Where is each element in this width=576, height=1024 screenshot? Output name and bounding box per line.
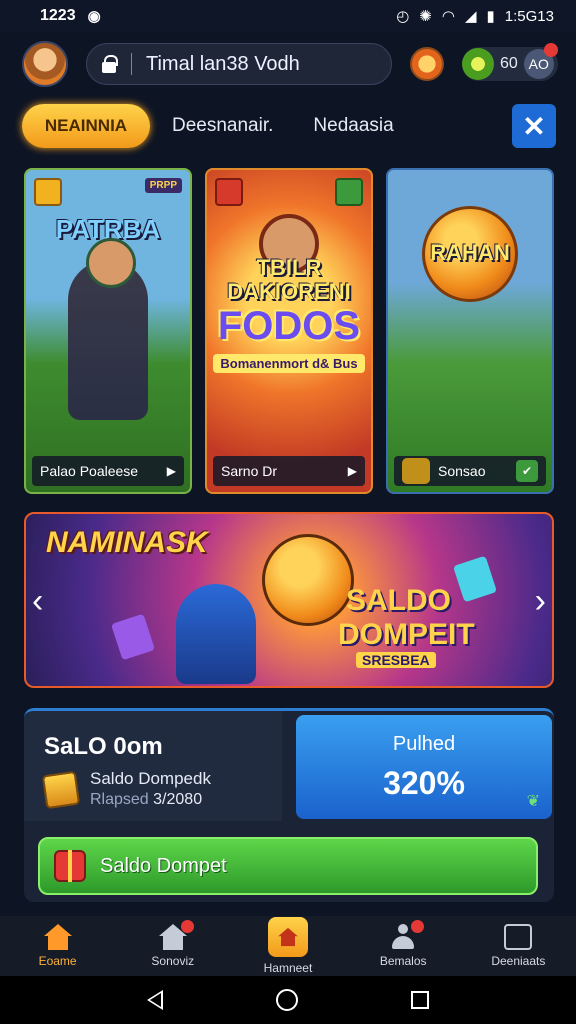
wallet-date-value: 3/2080 [153,791,203,808]
hero-character-image [68,238,148,420]
center-nav-icon [267,917,308,957]
status-right-text: 1:5G13 [504,7,554,25]
leaf-icon: ❦ [526,793,540,810]
card-footer[interactable]: Sonsao ✔ [394,456,546,486]
tab-bar: NEAINNIA Deesnanair. Nedaasia ✕ [22,104,556,148]
card-title: TBILR DAKIORENI [227,255,351,304]
card-footer-label: Sarno Dr [221,463,278,479]
banner-line-2: DOMPEIT [338,618,475,651]
card-big-title: FODOS [217,304,361,348]
play-icon: ▶ [347,464,357,478]
saldo-dompet-button-label: Saldo Dompet [100,854,227,877]
nav-label: Bemalos [379,954,427,968]
nav-label: Sonoviz [151,954,195,968]
status-notification-icon: ◉ [87,8,101,25]
home-icon [43,924,73,950]
tab-active[interactable]: NEAINNIA [22,104,150,148]
nav-item-2[interactable]: Sonoviz [123,920,223,968]
back-icon[interactable] [146,990,163,1010]
badge-icon [335,178,363,206]
card-title: RAHAN [430,240,510,265]
banner-ball-image [262,534,354,626]
chip-icon [215,178,243,206]
nav-label: Eoame [38,954,77,968]
bottom-nav: Eoame Sonoviz Hamneet Bemalos Deeniaats [0,916,576,976]
tab-1[interactable]: Deesnanair. [172,115,273,137]
recents-icon[interactable] [411,991,430,1009]
notification-label: AO [528,56,549,72]
balance-pill[interactable]: 60 AO [462,43,558,81]
nav-badge [411,920,425,933]
vibrate-icon: ✺ [419,8,432,25]
gem-icon [110,613,156,661]
close-button[interactable]: ✕ [512,104,556,148]
home-circle-icon[interactable] [275,989,298,1011]
nav-label: Hamneet [263,961,313,975]
balance-value: 60 [500,55,518,72]
system-nav-bar [0,976,576,1024]
wallet-icon [41,770,81,810]
banner-title: NAMINASK [46,526,208,559]
game-card-3[interactable]: RAHAN Sonsao ✔ [386,168,554,494]
card-footer[interactable]: Palao Poaleese ▶ [32,456,184,486]
wallet-summary: SaLO 0om Saldo Dompedk Rlapsed 3/2080 [24,711,282,821]
search-input[interactable]: Timal lan38 Vodh [86,43,392,85]
nav-badge [180,920,194,933]
bonus-title: Pulhed [392,733,456,755]
nav-item-5[interactable]: Deeniaats [468,924,568,968]
bonus-value: 320% [383,765,465,801]
lock-icon [101,55,118,73]
nav-label: Deeniaats [491,954,546,968]
search-text: Timal lan38 Vodh [146,52,300,75]
play-icon: ▶ [166,464,176,478]
game-card-1[interactable]: PRPP PATRBA Palao Poaleese ▶ [24,168,192,494]
card-footer-label: Sonsao [438,463,486,479]
card-footer-label: Palao Poaleese [40,463,139,479]
card-footer[interactable]: Sarno Dr ▶ [213,456,365,486]
app-header: Timal lan38 Vodh 60 AO [0,32,576,96]
house-icon [277,927,298,947]
nav-item-3[interactable]: Hamneet [238,917,338,975]
status-bar: 1223 ◉ ◴ ✺ ◠ ◢ ▮ 1:5G13 [0,0,576,32]
avatar[interactable] [22,41,68,87]
gift-icon [54,850,86,882]
notification-button[interactable]: AO [523,43,558,79]
banner-prev-arrow-icon[interactable]: ‹ [32,582,43,621]
gem-icon [452,555,498,603]
battery-icon: ▮ [486,8,495,25]
search-divider [131,53,132,75]
card-tag: PRPP [144,178,182,193]
game-card-row: PRPP PATRBA Palao Poaleese ▶ TBILR DAKIO… [24,168,554,494]
banner-line-1: SALDO [346,584,451,617]
more-icon [504,924,533,950]
signal-icon: ◢ [464,8,477,25]
shield-icon [402,458,430,484]
nav-item-4[interactable]: Bemalos [353,920,453,968]
saldo-dompet-button[interactable]: Saldo Dompet [38,837,538,895]
banner-line-3: SRESBEA [356,652,436,668]
wallet-date: Rlapsed 3/2080 [90,791,202,809]
leaf-icon [462,48,494,80]
banner-character-image [176,584,256,684]
close-icon: ✕ [522,110,546,142]
leaf-icon: ✔ [516,460,538,482]
card-subtitle: Bomanenmort d& Bus [213,354,365,373]
bonus-card[interactable]: Pulhed 320% ❦ [296,715,552,819]
promo-banner[interactable]: NAMINASK SALDO DOMPEIT SRESBEA ‹ › [24,512,554,688]
wallet-label: Saldo Dompedk [90,769,211,788]
chip-icon [34,178,62,206]
coin-icon[interactable] [410,47,444,81]
wallet-date-prefix: Rlapsed [90,791,149,808]
notification-dot [543,43,558,57]
alarm-icon: ◴ [396,8,410,25]
game-card-2[interactable]: TBILR DAKIORENI FODOS Bomanenmort d& Bus… [205,168,373,494]
wifi-icon: ◠ [441,8,455,25]
banner-next-arrow-icon[interactable]: › [535,582,546,621]
wallet-panel: SaLO 0om Saldo Dompedk Rlapsed 3/2080 Pu… [24,708,554,902]
wallet-title: SaLO 0om [44,733,163,760]
nav-item-home[interactable]: Eoame [8,924,108,968]
tab-2[interactable]: Nedaasia [313,115,393,137]
status-time: 1223 [40,7,76,24]
